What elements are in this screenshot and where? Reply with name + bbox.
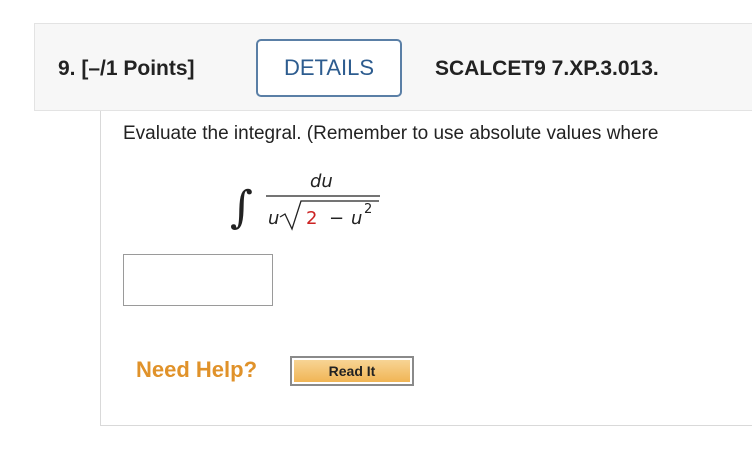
question-header: 9. [–/1 Points] DETAILS SCALCET9 7.XP.3.… — [34, 23, 752, 111]
question-source-label: SCALCET9 7.XP.3.013. — [435, 57, 659, 80]
integral-sign: ∫ — [230, 182, 253, 233]
radicand-constant: 2 — [306, 208, 317, 229]
radicand-minus: − — [329, 208, 344, 229]
details-button[interactable]: DETAILS — [256, 39, 402, 97]
integral-numerator: du — [310, 171, 333, 192]
radicand-exponent: 2 — [364, 202, 372, 217]
question-points-label: 9. [–/1 Points] — [58, 57, 195, 80]
integral-denominator-u: u — [268, 208, 279, 229]
integral-expression: ∫ du u 2 − u 2 — [230, 171, 380, 233]
answer-input[interactable] — [123, 254, 273, 306]
read-it-button[interactable]: Read It — [290, 356, 414, 386]
radicand-variable: u — [351, 208, 362, 229]
question-prompt: Evaluate the integral. (Remember to use … — [123, 123, 659, 144]
need-help-label: Need Help? — [136, 357, 258, 382]
